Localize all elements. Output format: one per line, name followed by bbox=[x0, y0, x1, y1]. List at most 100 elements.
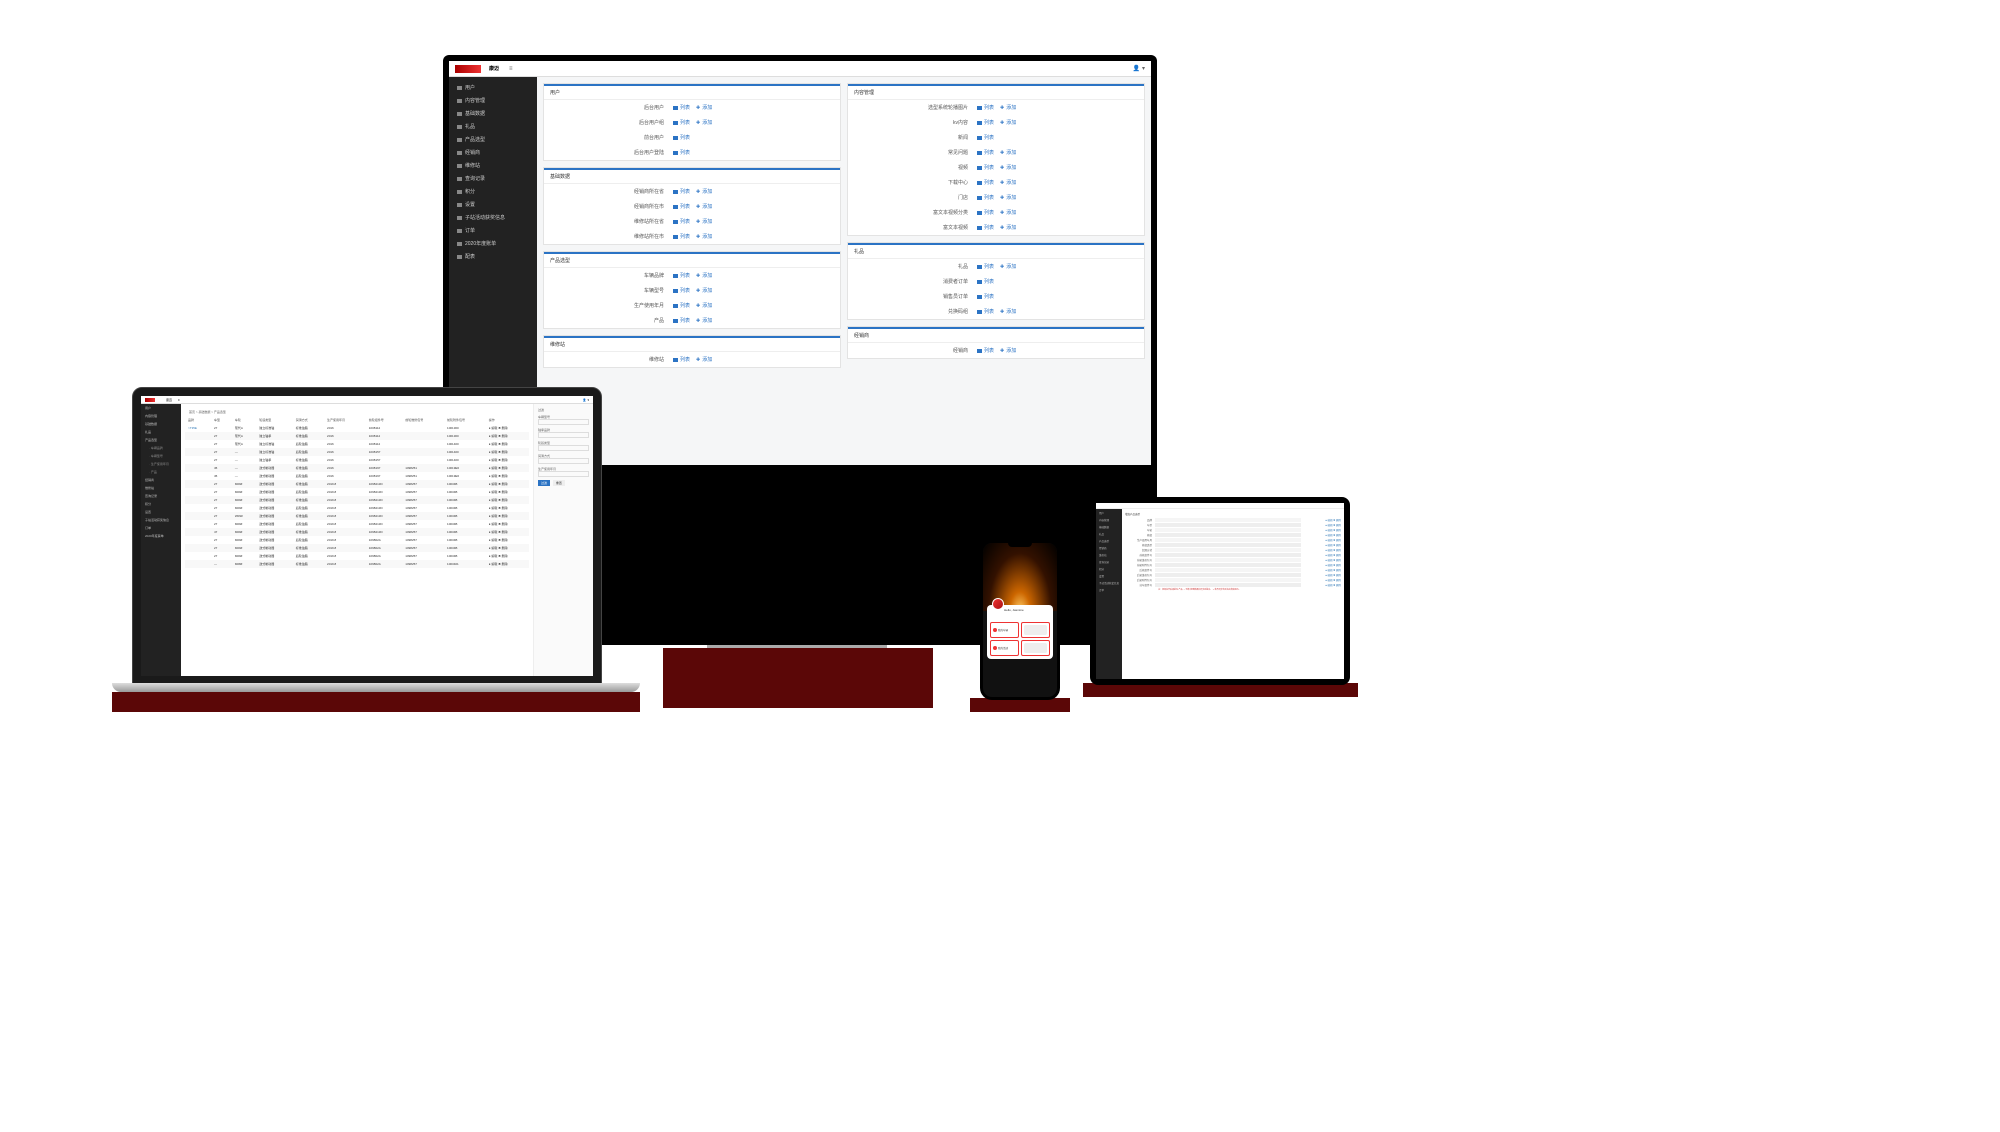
list-link[interactable]: 列表 bbox=[670, 188, 693, 195]
row-actions[interactable]: ● 编辑 ✖ 删除 bbox=[1301, 553, 1341, 557]
row-actions[interactable]: ● 编辑 ✖ 删除 bbox=[1301, 518, 1341, 522]
form-input[interactable] bbox=[1155, 518, 1301, 522]
sidebar-item[interactable]: 查询记录 bbox=[1096, 558, 1122, 565]
list-link[interactable]: 列表 bbox=[974, 164, 997, 171]
edit-action[interactable]: ● 编辑 ✖ 删除 bbox=[489, 506, 508, 510]
list-link[interactable]: 列表 bbox=[974, 347, 997, 354]
sidebar-item[interactable]: 内容管理 bbox=[141, 412, 181, 420]
row-actions[interactable]: ● 编辑 ✖ 删除 bbox=[1301, 578, 1341, 582]
edit-action[interactable]: ● 编辑 ✖ 删除 bbox=[489, 514, 508, 518]
row-link[interactable]: >T35E bbox=[188, 426, 197, 430]
user-menu-icon[interactable]: 👤 ▾ bbox=[583, 398, 589, 402]
list-link[interactable]: 列表 bbox=[974, 194, 997, 201]
add-link[interactable]: ✚ 添加 bbox=[693, 233, 715, 240]
form-input[interactable] bbox=[1155, 538, 1301, 542]
list-link[interactable]: 列表 bbox=[670, 287, 693, 294]
sidebar-item[interactable]: 经销商 bbox=[141, 476, 181, 484]
row-actions[interactable]: ● 编辑 ✖ 删除 bbox=[1301, 548, 1341, 552]
filter-input[interactable] bbox=[538, 445, 589, 451]
sidebar-item[interactable]: 设置 bbox=[1096, 572, 1122, 579]
add-link[interactable]: ✚ 添加 bbox=[693, 119, 715, 126]
list-link[interactable]: 列表 bbox=[670, 104, 693, 111]
row-actions[interactable]: ● 编辑 ✖ 删除 bbox=[1301, 558, 1341, 562]
sidebar-item[interactable]: · 车辆品牌 bbox=[141, 444, 181, 452]
sidebar-item[interactable]: 子站活动获奖信息 bbox=[449, 211, 537, 224]
form-input[interactable] bbox=[1155, 573, 1301, 577]
sidebar-item[interactable]: 礼品 bbox=[1096, 530, 1122, 537]
list-link[interactable]: 列表 bbox=[670, 203, 693, 210]
profile-action-button[interactable] bbox=[1021, 622, 1050, 638]
add-link[interactable]: ✚ 添加 bbox=[693, 287, 715, 294]
add-link[interactable]: ✚ 添加 bbox=[997, 104, 1019, 111]
sidebar-item[interactable]: 积分 bbox=[141, 500, 181, 508]
list-link[interactable]: 列表 bbox=[670, 149, 693, 156]
list-link[interactable]: 列表 bbox=[974, 308, 997, 315]
form-input[interactable] bbox=[1155, 548, 1301, 552]
edit-action[interactable]: ● 编辑 ✖ 删除 bbox=[489, 474, 508, 478]
edit-action[interactable]: ● 编辑 ✖ 删除 bbox=[489, 442, 508, 446]
list-link[interactable]: 列表 bbox=[974, 293, 997, 300]
list-link[interactable]: 列表 bbox=[974, 278, 997, 285]
user-menu-icon[interactable]: 👤 ▾ bbox=[1133, 65, 1145, 72]
edit-action[interactable]: ● 编辑 ✖ 删除 bbox=[489, 530, 508, 534]
list-link[interactable]: 列表 bbox=[974, 119, 997, 126]
sidebar-item[interactable]: 订单 bbox=[141, 524, 181, 532]
form-input[interactable] bbox=[1155, 523, 1301, 527]
sidebar-item[interactable]: 经销商 bbox=[449, 146, 537, 159]
add-link[interactable]: ✚ 添加 bbox=[693, 104, 715, 111]
sidebar-item[interactable]: 产品选型 bbox=[1096, 537, 1122, 544]
add-link[interactable]: ✚ 添加 bbox=[693, 218, 715, 225]
edit-action[interactable]: ● 编辑 ✖ 删除 bbox=[489, 522, 508, 526]
add-link[interactable]: ✚ 添加 bbox=[997, 194, 1019, 201]
edit-action[interactable]: ● 编辑 ✖ 删除 bbox=[489, 538, 508, 542]
list-link[interactable]: 列表 bbox=[670, 302, 693, 309]
form-input[interactable] bbox=[1155, 528, 1301, 532]
list-link[interactable]: 列表 bbox=[974, 179, 997, 186]
sidebar-item[interactable]: 2020年度账单 bbox=[449, 237, 537, 250]
sidebar-item[interactable]: · 生产使用年月 bbox=[141, 460, 181, 468]
sidebar-item[interactable]: 基础数据 bbox=[141, 420, 181, 428]
edit-action[interactable]: ● 编辑 ✖ 删除 bbox=[489, 562, 508, 566]
add-link[interactable]: ✚ 添加 bbox=[997, 347, 1019, 354]
form-input[interactable] bbox=[1155, 563, 1301, 567]
row-actions[interactable]: ● 编辑 ✖ 删除 bbox=[1301, 528, 1341, 532]
row-actions[interactable]: ● 编辑 ✖ 删除 bbox=[1301, 563, 1341, 567]
list-link[interactable]: 列表 bbox=[670, 233, 693, 240]
row-actions[interactable]: ● 编辑 ✖ 删除 bbox=[1301, 573, 1341, 577]
list-link[interactable]: 列表 bbox=[974, 263, 997, 270]
form-input[interactable] bbox=[1155, 583, 1301, 587]
add-link[interactable]: ✚ 添加 bbox=[693, 272, 715, 279]
form-input[interactable] bbox=[1155, 533, 1301, 537]
profile-action-button[interactable]: 我的活动 bbox=[990, 640, 1019, 656]
add-link[interactable]: ✚ 添加 bbox=[693, 302, 715, 309]
edit-action[interactable]: ● 编辑 ✖ 删除 bbox=[489, 434, 508, 438]
hamburger-icon[interactable]: ≡ bbox=[178, 398, 180, 402]
list-link[interactable]: 列表 bbox=[670, 356, 693, 363]
row-actions[interactable]: ● 编辑 ✖ 删除 bbox=[1301, 538, 1341, 542]
add-link[interactable]: ✚ 添加 bbox=[997, 308, 1019, 315]
sidebar-item[interactable]: 基础数据 bbox=[449, 107, 537, 120]
sidebar-item[interactable]: 2020年度票单 bbox=[141, 532, 181, 540]
sidebar-item[interactable]: 用户 bbox=[449, 81, 537, 94]
form-input[interactable] bbox=[1155, 568, 1301, 572]
list-link[interactable]: 列表 bbox=[974, 104, 997, 111]
sidebar-item[interactable]: 维修站 bbox=[449, 159, 537, 172]
sidebar-item[interactable]: 用户 bbox=[141, 404, 181, 412]
sidebar-item[interactable]: 礼品 bbox=[141, 428, 181, 436]
row-actions[interactable]: ● 编辑 ✖ 删除 bbox=[1301, 543, 1341, 547]
hamburger-icon[interactable]: ≡ bbox=[509, 66, 513, 72]
add-link[interactable]: ✚ 添加 bbox=[693, 317, 715, 324]
row-actions[interactable]: ● 编辑 ✖ 删除 bbox=[1301, 523, 1341, 527]
form-input[interactable] bbox=[1155, 543, 1301, 547]
list-link[interactable]: 列表 bbox=[974, 149, 997, 156]
list-link[interactable]: 列表 bbox=[670, 119, 693, 126]
row-actions[interactable]: ● 编辑 ✖ 删除 bbox=[1301, 583, 1341, 587]
sidebar-item[interactable]: 产品选型 bbox=[449, 133, 537, 146]
filter-input[interactable] bbox=[538, 419, 589, 425]
add-link[interactable]: ✚ 添加 bbox=[997, 149, 1019, 156]
row-actions[interactable]: ● 编辑 ✖ 删除 bbox=[1301, 568, 1341, 572]
sidebar-item[interactable]: 内容管理 bbox=[449, 94, 537, 107]
sidebar-item[interactable]: 子站活动获奖信息 bbox=[141, 516, 181, 524]
row-actions[interactable]: ● 编辑 ✖ 删除 bbox=[1301, 533, 1341, 537]
edit-action[interactable]: ● 编辑 ✖ 删除 bbox=[489, 450, 508, 454]
